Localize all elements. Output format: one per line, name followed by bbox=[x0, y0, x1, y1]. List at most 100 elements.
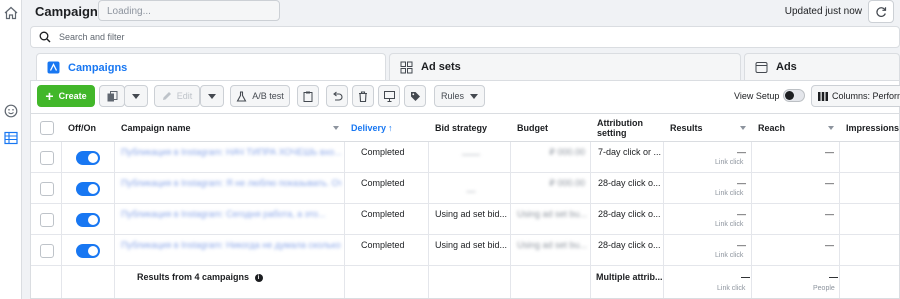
updated-status: Updated just now bbox=[784, 6, 862, 17]
row-checkbox[interactable] bbox=[40, 182, 54, 196]
col-header-campaign-name[interactable]: Campaign name bbox=[115, 114, 335, 142]
summary-row: Results from 4 campaigns i Multiple attr… bbox=[31, 267, 899, 299]
pencil-icon bbox=[162, 92, 171, 100]
bid-strategy-value: Using ad set bid... bbox=[435, 240, 507, 250]
tab-campaigns-label: Campaigns bbox=[68, 61, 128, 74]
col-header-offon: Off/On bbox=[68, 123, 96, 133]
chevron-down-icon bbox=[470, 93, 478, 99]
col-header-results[interactable]: Results bbox=[664, 114, 734, 142]
search-bar bbox=[30, 26, 900, 48]
view-setup-label: View Setup bbox=[734, 91, 780, 101]
budget-value: Using ad set bu... bbox=[517, 240, 587, 250]
col-header-delivery[interactable]: Delivery ↑ bbox=[345, 114, 425, 142]
bid-strategy-value: —— bbox=[462, 149, 480, 159]
preview-button[interactable] bbox=[378, 85, 400, 107]
flask-icon bbox=[236, 90, 247, 102]
preview-icon bbox=[383, 90, 395, 102]
results-value: — bbox=[737, 209, 746, 219]
plus-icon: + bbox=[45, 88, 54, 104]
toolbar: + Create Edit A/B test Rules View Setup … bbox=[31, 81, 900, 111]
attribution-value: 28-day click o... bbox=[598, 178, 661, 188]
ad-icon bbox=[755, 61, 768, 74]
reach-value: — bbox=[825, 240, 834, 250]
info-icon[interactable]: i bbox=[254, 273, 263, 282]
rules-button[interactable]: Rules bbox=[434, 85, 485, 107]
sort-icon[interactable] bbox=[333, 126, 339, 130]
col-header-bid-strategy[interactable]: Bid strategy bbox=[429, 114, 509, 142]
campaign-name-link[interactable]: Публикация в Instagram: Никогда не думал… bbox=[121, 236, 341, 266]
campaign-name-link[interactable]: Публикация в Instagram: Сегодня работа, … bbox=[121, 205, 341, 235]
col-header-budget[interactable]: Budget bbox=[511, 114, 589, 142]
results-value: — bbox=[737, 240, 746, 250]
col-header-delivery-label: Delivery bbox=[351, 123, 387, 133]
campaign-name-link[interactable]: Публикация в Instagram: Я не люблю показ… bbox=[121, 174, 341, 204]
delete-button[interactable] bbox=[352, 85, 374, 107]
edit-button[interactable]: Edit bbox=[154, 85, 200, 107]
clipboard-icon bbox=[303, 91, 313, 102]
undo-button[interactable] bbox=[326, 85, 348, 107]
smiley-icon[interactable] bbox=[3, 103, 19, 119]
col-header-impressions[interactable]: Impressions bbox=[840, 114, 900, 142]
columns-button[interactable]: Columns: Performance bbox=[811, 85, 900, 107]
ab-test-button[interactable]: A/B test bbox=[230, 85, 290, 107]
refresh-button[interactable] bbox=[868, 0, 894, 23]
duplicate-button[interactable] bbox=[99, 85, 125, 107]
summary-label-text: Results from 4 campaigns bbox=[137, 272, 250, 282]
select-all-checkbox[interactable] bbox=[40, 121, 54, 135]
campaign-toggle[interactable] bbox=[76, 213, 100, 227]
results-sublabel: Link click bbox=[715, 190, 744, 197]
budget-value: Using ad set bu... bbox=[517, 209, 587, 219]
view-setup-toggle[interactable] bbox=[783, 89, 805, 102]
edit-dropdown-button[interactable] bbox=[200, 85, 224, 107]
campaigns-panel: + Create Edit A/B test Rules View Setup … bbox=[30, 80, 900, 299]
columns-icon bbox=[818, 91, 828, 101]
tab-campaigns[interactable]: Campaigns bbox=[36, 53, 386, 81]
table-row[interactable]: Публикация в Instagram: НАЧ ТИПРА ХОЧЕШЬ… bbox=[31, 143, 899, 173]
campaign-toggle[interactable] bbox=[76, 244, 100, 258]
col-header-reach[interactable]: Reach bbox=[752, 114, 822, 142]
edit-button-label: Edit bbox=[176, 91, 193, 101]
table-row[interactable]: Публикация в Instagram: Никогда не думал… bbox=[31, 236, 899, 266]
report-button[interactable] bbox=[297, 85, 319, 107]
campaign-toggle[interactable] bbox=[76, 182, 100, 196]
bid-strategy-value: Using ad set bid... bbox=[435, 209, 507, 219]
summary-results: — bbox=[741, 272, 750, 282]
reach-value: — bbox=[825, 147, 834, 157]
campaign-toggle[interactable] bbox=[76, 151, 100, 165]
tab-ad-sets[interactable]: Ad sets bbox=[389, 53, 741, 80]
arrow-up-icon: ↑ bbox=[388, 123, 393, 133]
tab-ads-label: Ads bbox=[776, 61, 797, 73]
duplicate-dropdown-button[interactable] bbox=[124, 85, 148, 107]
col-header-attribution[interactable]: Attribution setting bbox=[591, 114, 663, 142]
tag-button[interactable] bbox=[404, 85, 426, 107]
delivery-status: Completed bbox=[361, 240, 405, 250]
tab-ads[interactable]: Ads bbox=[744, 53, 900, 80]
summary-attribution: Multiple attrib... bbox=[596, 272, 662, 282]
row-checkbox[interactable] bbox=[40, 151, 54, 165]
campaigns-table: Off/On Campaign name Delivery ↑ Bid stra… bbox=[31, 113, 899, 298]
row-checkbox[interactable] bbox=[40, 244, 54, 258]
home-icon[interactable] bbox=[3, 5, 19, 21]
table-row[interactable]: Публикация в Instagram: Я не люблю показ… bbox=[31, 174, 899, 204]
table-view-icon[interactable] bbox=[3, 130, 19, 146]
top-header: Campaigns Loading... Updated just now bbox=[22, 0, 900, 24]
ab-test-label: A/B test bbox=[252, 91, 284, 101]
sort-icon[interactable] bbox=[828, 126, 834, 130]
results-value: — bbox=[737, 178, 746, 188]
summary-label: Results from 4 campaigns i bbox=[137, 267, 337, 297]
row-checkbox[interactable] bbox=[40, 213, 54, 227]
bid-strategy-value: — bbox=[466, 186, 476, 196]
refresh-icon bbox=[876, 6, 887, 17]
attribution-value: 7-day click or ... bbox=[598, 147, 662, 157]
account-selector[interactable]: Loading... bbox=[98, 0, 280, 21]
campaign-name-link[interactable]: Публикация в Instagram: НАЧ ТИПРА ХОЧЕШЬ… bbox=[121, 143, 341, 173]
search-input[interactable] bbox=[59, 29, 459, 45]
chevron-down-icon bbox=[208, 93, 216, 99]
table-row[interactable]: Публикация в Instagram: Сегодня работа, … bbox=[31, 205, 899, 235]
left-nav-rail bbox=[0, 0, 22, 299]
search-icon bbox=[39, 31, 51, 43]
create-button[interactable]: + Create bbox=[37, 85, 95, 107]
budget-value: ₽ 000.00 bbox=[549, 178, 585, 188]
sort-icon[interactable] bbox=[740, 126, 746, 130]
reach-value: — bbox=[825, 178, 834, 188]
